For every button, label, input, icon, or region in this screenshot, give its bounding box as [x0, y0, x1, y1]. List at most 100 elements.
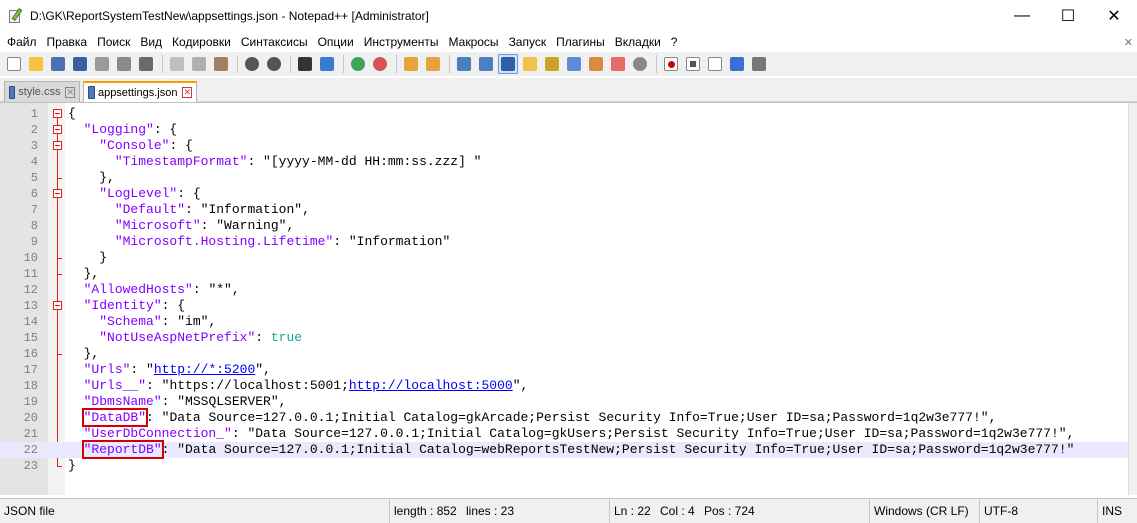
- status-insert-mode[interactable]: INS: [1097, 499, 1122, 523]
- line-number: 2: [30, 123, 38, 137]
- code-line[interactable]: 3 "Console": {: [0, 138, 1137, 154]
- toolbar-separator: [162, 55, 163, 73]
- folder-as-workspace-icon[interactable]: [586, 54, 606, 74]
- replace-icon[interactable]: [317, 54, 337, 74]
- undo-icon[interactable]: [242, 54, 262, 74]
- show-all-chars-icon[interactable]: [476, 54, 496, 74]
- zoom-in-icon[interactable]: [348, 54, 368, 74]
- word-wrap-icon[interactable]: [454, 54, 474, 74]
- code-line[interactable]: 12 "AllowedHosts": "*",: [0, 282, 1137, 298]
- code-line[interactable]: 18 "Urls__": "https://localhost:5001;htt…: [0, 378, 1137, 394]
- minimize-button[interactable]: —: [999, 0, 1045, 32]
- tab-appsettings-json[interactable]: appsettings.json ✕: [83, 81, 197, 102]
- editor[interactable]: 1{2 "Logging": {3 "Console": {4 "Timesta…: [0, 102, 1137, 495]
- menu-window[interactable]: Вкладки: [610, 32, 666, 52]
- menu-edit[interactable]: Правка: [42, 32, 93, 52]
- line-number: 15: [23, 331, 38, 345]
- code-line[interactable]: 20 "DataDB": "Data Source=127.0.0.1;Init…: [0, 408, 1137, 427]
- paste-icon[interactable]: [211, 54, 231, 74]
- close-icon[interactable]: [92, 54, 112, 74]
- print-icon[interactable]: [136, 54, 156, 74]
- menu-macro[interactable]: Макросы: [444, 32, 504, 52]
- menu-encoding[interactable]: Кодировки: [167, 32, 236, 52]
- maximize-button[interactable]: ☐: [1045, 0, 1091, 32]
- code-line[interactable]: 8 "Microsoft": "Warning",: [0, 218, 1137, 234]
- code-line[interactable]: 11 },: [0, 266, 1137, 282]
- tab-close-icon[interactable]: ✕: [182, 87, 192, 98]
- save-all-icon[interactable]: [70, 54, 90, 74]
- tab-style-css[interactable]: style.css ✕: [4, 81, 80, 102]
- code-token: "AllowedHosts": [83, 282, 193, 297]
- menu-plugins[interactable]: Плагины: [551, 32, 610, 52]
- play-multiple-icon[interactable]: [727, 54, 747, 74]
- function-list-icon[interactable]: [564, 54, 584, 74]
- status-file-type: JSON file: [4, 504, 55, 518]
- code-lines[interactable]: 1{2 "Logging": {3 "Console": {4 "Timesta…: [0, 106, 1137, 474]
- lang-icon[interactable]: [520, 54, 540, 74]
- code-line[interactable]: 15 "NotUseAspNetPrefix": true: [0, 330, 1137, 346]
- status-encoding[interactable]: UTF-8: [979, 499, 1018, 523]
- save-macro-icon[interactable]: [749, 54, 769, 74]
- eye-icon[interactable]: [630, 54, 650, 74]
- menu-view[interactable]: Вид: [135, 32, 167, 52]
- cut-icon[interactable]: [167, 54, 187, 74]
- sync-horizontal-icon[interactable]: [423, 54, 443, 74]
- line-number: 8: [30, 219, 38, 233]
- code-line[interactable]: 5 },: [0, 170, 1137, 186]
- code-line[interactable]: 9 "Microsoft.Hosting.Lifetime": "Informa…: [0, 234, 1137, 250]
- code-line[interactable]: 6 "LogLevel": {: [0, 186, 1137, 202]
- menu-run[interactable]: Запуск: [504, 32, 552, 52]
- play-macro-icon[interactable]: [705, 54, 725, 74]
- toolbar-separator: [343, 55, 344, 73]
- code-line[interactable]: 16 },: [0, 346, 1137, 362]
- code-line[interactable]: 2 "Logging": {: [0, 122, 1137, 138]
- find-icon[interactable]: [295, 54, 315, 74]
- close-document-icon[interactable]: ✕: [1124, 36, 1133, 49]
- code-token: "Data Source=127.0.0.1;Initial Catalog=w…: [177, 442, 1075, 457]
- redo-icon[interactable]: [264, 54, 284, 74]
- copy-icon[interactable]: [189, 54, 209, 74]
- notepad-plus-plus-icon[interactable]: [8, 8, 24, 24]
- zoom-out-icon[interactable]: [370, 54, 390, 74]
- code-line[interactable]: 4 "TimestampFormat": "[yyyy-MM-dd HH:mm:…: [0, 154, 1137, 170]
- record-macro-icon[interactable]: [661, 54, 681, 74]
- code-line[interactable]: 7 "Default": "Information",: [0, 202, 1137, 218]
- menu-settings[interactable]: Опции: [313, 32, 359, 52]
- menu-file[interactable]: Файл: [2, 32, 42, 52]
- code-line[interactable]: 21 "UserDbConnection_": "Data Source=127…: [0, 426, 1137, 442]
- close-all-icon[interactable]: [114, 54, 134, 74]
- code-line[interactable]: 1{: [0, 106, 1137, 122]
- status-eol[interactable]: Windows (CR LF): [869, 499, 969, 523]
- status-col: Col : 4: [660, 504, 695, 518]
- code-token[interactable]: http://*:5200: [154, 362, 255, 377]
- new-file-icon[interactable]: [4, 54, 24, 74]
- vertical-scrollbar[interactable]: [1128, 103, 1137, 495]
- status-lines: lines : 23: [466, 504, 515, 518]
- code-text: "Urls__": "https://localhost:5001;http:/…: [68, 378, 529, 394]
- tab-close-icon[interactable]: ✕: [65, 86, 75, 98]
- code-text: "ReportDB": "Data Source=127.0.0.1;Initi…: [68, 440, 1075, 459]
- menu-language[interactable]: Синтаксисы: [236, 32, 313, 52]
- monitor-icon[interactable]: [608, 54, 628, 74]
- save-icon[interactable]: [48, 54, 68, 74]
- stop-macro-icon[interactable]: [683, 54, 703, 74]
- code-line[interactable]: 22 "ReportDB": "Data Source=127.0.0.1;In…: [0, 440, 1137, 459]
- open-file-icon[interactable]: [26, 54, 46, 74]
- code-line[interactable]: 17 "Urls": "http://*:5200",: [0, 362, 1137, 378]
- code-line[interactable]: 13 "Identity": {: [0, 298, 1137, 314]
- close-button[interactable]: ✕: [1091, 0, 1137, 32]
- code-token[interactable]: http://localhost:5000: [349, 378, 513, 393]
- code-line[interactable]: 14 "Schema": "im",: [0, 314, 1137, 330]
- code-line[interactable]: 19 "DbmsName": "MSSQLSERVER",: [0, 394, 1137, 410]
- menu-help[interactable]: ?: [666, 32, 683, 52]
- code-line[interactable]: 10 }: [0, 250, 1137, 266]
- doc-map-icon[interactable]: [542, 54, 562, 74]
- menu-search[interactable]: Поиск: [92, 32, 135, 52]
- code-token: "MSSQLSERVER": [177, 394, 279, 409]
- indent-guide-icon[interactable]: [498, 54, 518, 74]
- code-line[interactable]: 23}: [0, 458, 1137, 474]
- sync-vertical-icon[interactable]: [401, 54, 421, 74]
- menu-tools[interactable]: Инструменты: [359, 32, 444, 52]
